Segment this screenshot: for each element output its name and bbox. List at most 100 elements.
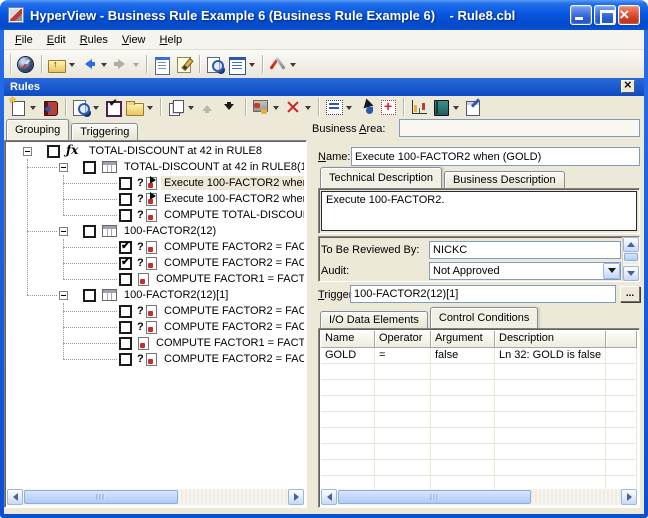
tools-button[interactable] [267,53,299,75]
add-set-button[interactable] [377,96,399,118]
tree-item[interactable]: ?COMPUTE FACTOR2 = FACTOR2 * 0.9 [7,239,304,255]
delete-from-book-button[interactable] [39,96,61,118]
collapse-minus-icon[interactable] [59,163,68,172]
tree-item[interactable]: ?COMPUTE FACTOR2 = FACTOR2 * 0.7 [7,319,304,335]
table-scrollbar-left-button[interactable] [321,489,337,505]
tree-item[interactable]: COMPUTE FACTOR1 = FACTOR1 * 0.5 [7,271,304,287]
technical-description-text[interactable]: Execute 100-FACTOR2. [321,191,637,231]
forward-button[interactable] [110,53,142,75]
dropdown-caret-icon[interactable] [346,106,352,113]
rules-panel-close-button[interactable] [621,80,635,93]
tree-horizontal-scrollbar[interactable] [7,489,304,505]
tree-item-label[interactable]: Execute 100-FACTOR2 when not(GOLD) [161,192,304,206]
attributes-scrollbar[interactable] [622,237,639,281]
column-header-blank[interactable] [606,331,637,348]
tree-item[interactable]: ?COMPUTE FACTOR2 = FACTOR2 * 0.9 [7,303,304,319]
column-header-operator[interactable]: Operator [375,331,431,348]
column-header-argument[interactable]: Argument [431,331,495,348]
column-header-name[interactable]: Name [321,331,375,348]
hyperview-home-button[interactable] [15,53,37,75]
name-input[interactable] [351,147,640,166]
dropdown-caret-icon[interactable] [30,106,36,113]
business-area-input[interactable] [399,119,640,137]
search-rules-button[interactable] [70,96,102,118]
dropdown-caret-icon[interactable] [101,63,107,70]
app-icon[interactable] [8,7,24,23]
delete-button[interactable] [282,96,314,118]
collapse-minus-icon[interactable] [23,147,32,156]
maximize-button[interactable] [594,5,616,25]
dropdown-arrow-icon[interactable] [603,263,620,279]
tree-checkbox[interactable] [119,177,132,190]
triggers-browse-button[interactable]: ... [620,286,640,302]
to-be-reviewed-by-input[interactable] [429,241,621,259]
table-scrollbar-right-button[interactable] [621,489,637,505]
tree-item-label[interactable]: 100-FACTOR2(12) [121,224,219,238]
menu-help[interactable]: Help [153,32,190,48]
tree-checkbox[interactable] [119,257,132,270]
tree-item[interactable]: COMPUTE FACTOR1 = FACTOR1 * 0.9 [7,335,304,351]
tree-checkbox[interactable] [83,225,96,238]
tab-control-conditions[interactable]: Control Conditions [430,307,539,328]
tree-item-label[interactable]: COMPUTE FACTOR2 = FACTOR2 * 0.9 [161,304,304,318]
edit-note-button[interactable] [173,53,195,75]
minimize-button[interactable] [570,5,592,25]
menu-view[interactable]: View [115,32,153,48]
tab-i-o-data-elements[interactable]: I/O Data Elements [320,311,428,328]
tree-item-label[interactable]: COMPUTE TOTAL-DISCOUNT = PART1 * [161,208,304,222]
tree-checkbox[interactable] [83,161,96,174]
tree-item[interactable]: ?Execute 100-FACTOR2 when not(GOLD) [7,191,304,207]
attributes-scroll-down-button[interactable] [623,266,639,281]
dropdown-caret-icon[interactable] [305,106,311,113]
collapse-minus-icon[interactable] [59,227,68,236]
tree-checkbox[interactable] [119,337,132,350]
tab-business-description[interactable]: Business Description [444,171,565,188]
table-scrollbar-track[interactable] [337,489,621,505]
menu-rules[interactable]: Rules [73,32,115,48]
tree-item[interactable]: 100-FACTOR2(12) [7,223,304,239]
dropdown-caret-icon[interactable] [93,106,99,113]
tree-checkbox[interactable] [119,241,132,254]
tree-checkbox[interactable] [119,305,132,318]
tree-item[interactable]: TOTAL-DISCOUNT at 42 in RULE8(12) [7,159,304,175]
tree-item[interactable]: ?Execute 100-FACTOR2 when (GOLD) [7,175,304,191]
tree-scrollbar-track[interactable] [23,489,288,505]
menu-file[interactable]: File [8,32,40,48]
tree-item[interactable]: TOTAL-DISCOUNT at 42 in RULE8 [7,143,304,159]
tree-item[interactable]: ?COMPUTE FACTOR2 = FACTOR2 * 0.7 [7,255,304,271]
properties-button[interactable] [151,53,173,75]
table-row[interactable]: GOLD=falseLn 32: GOLD is false [321,348,637,364]
attributes-scrollbar-track[interactable] [623,252,639,266]
tree-checkbox[interactable] [119,353,132,366]
view-list-button[interactable] [226,53,258,75]
dropdown-caret-icon[interactable] [453,106,459,113]
attributes-scroll-up-button[interactable] [623,237,639,252]
tree-item-label[interactable]: COMPUTE FACTOR2 = FACTOR2 * 0.9 [161,240,304,254]
tree-item-label[interactable]: 100-FACTOR2(12)[1] [121,288,231,302]
folder-up-button[interactable] [46,53,78,75]
new-rule-button[interactable] [7,96,39,118]
copy-rules-button[interactable] [165,96,197,118]
grid-view-button[interactable] [323,96,355,118]
tree-checkbox[interactable] [47,145,60,158]
dropdown-caret-icon[interactable] [290,63,296,70]
tree-item-label[interactable]: COMPUTE FACTOR2 = FACTOR2 * 0.7 [161,256,304,270]
menu-edit[interactable]: Edit [40,32,73,48]
column-header-description[interactable]: Description [495,331,606,348]
chart-button[interactable] [408,96,430,118]
tree-item-label[interactable]: Execute 100-FACTOR2 when (GOLD) [161,176,304,190]
tree-checkbox[interactable] [119,209,132,222]
dropdown-caret-icon[interactable] [188,106,194,113]
rule-properties-button[interactable] [462,96,484,118]
tree-checkbox[interactable] [119,321,132,334]
triggers-input[interactable] [350,285,616,303]
audit-select[interactable]: Not Approved [429,262,621,280]
autodetect-button[interactable] [250,96,282,118]
tree-item-label[interactable]: TOTAL-DISCOUNT at 42 in RULE8 [86,144,265,158]
dropdown-caret-icon[interactable] [133,63,139,70]
tree-item-label[interactable]: COMPUTE FACTOR1 = FACTOR1 * 0.5 [153,272,304,286]
tab-triggering[interactable]: Triggering [71,123,138,140]
table-horizontal-scrollbar[interactable] [321,489,637,505]
tree-item-label[interactable]: COMPUTE FACTOR2 = FACTOR2 * 0.95 [161,352,304,366]
tree-item[interactable]: ?COMPUTE TOTAL-DISCOUNT = PART1 * [7,207,304,223]
